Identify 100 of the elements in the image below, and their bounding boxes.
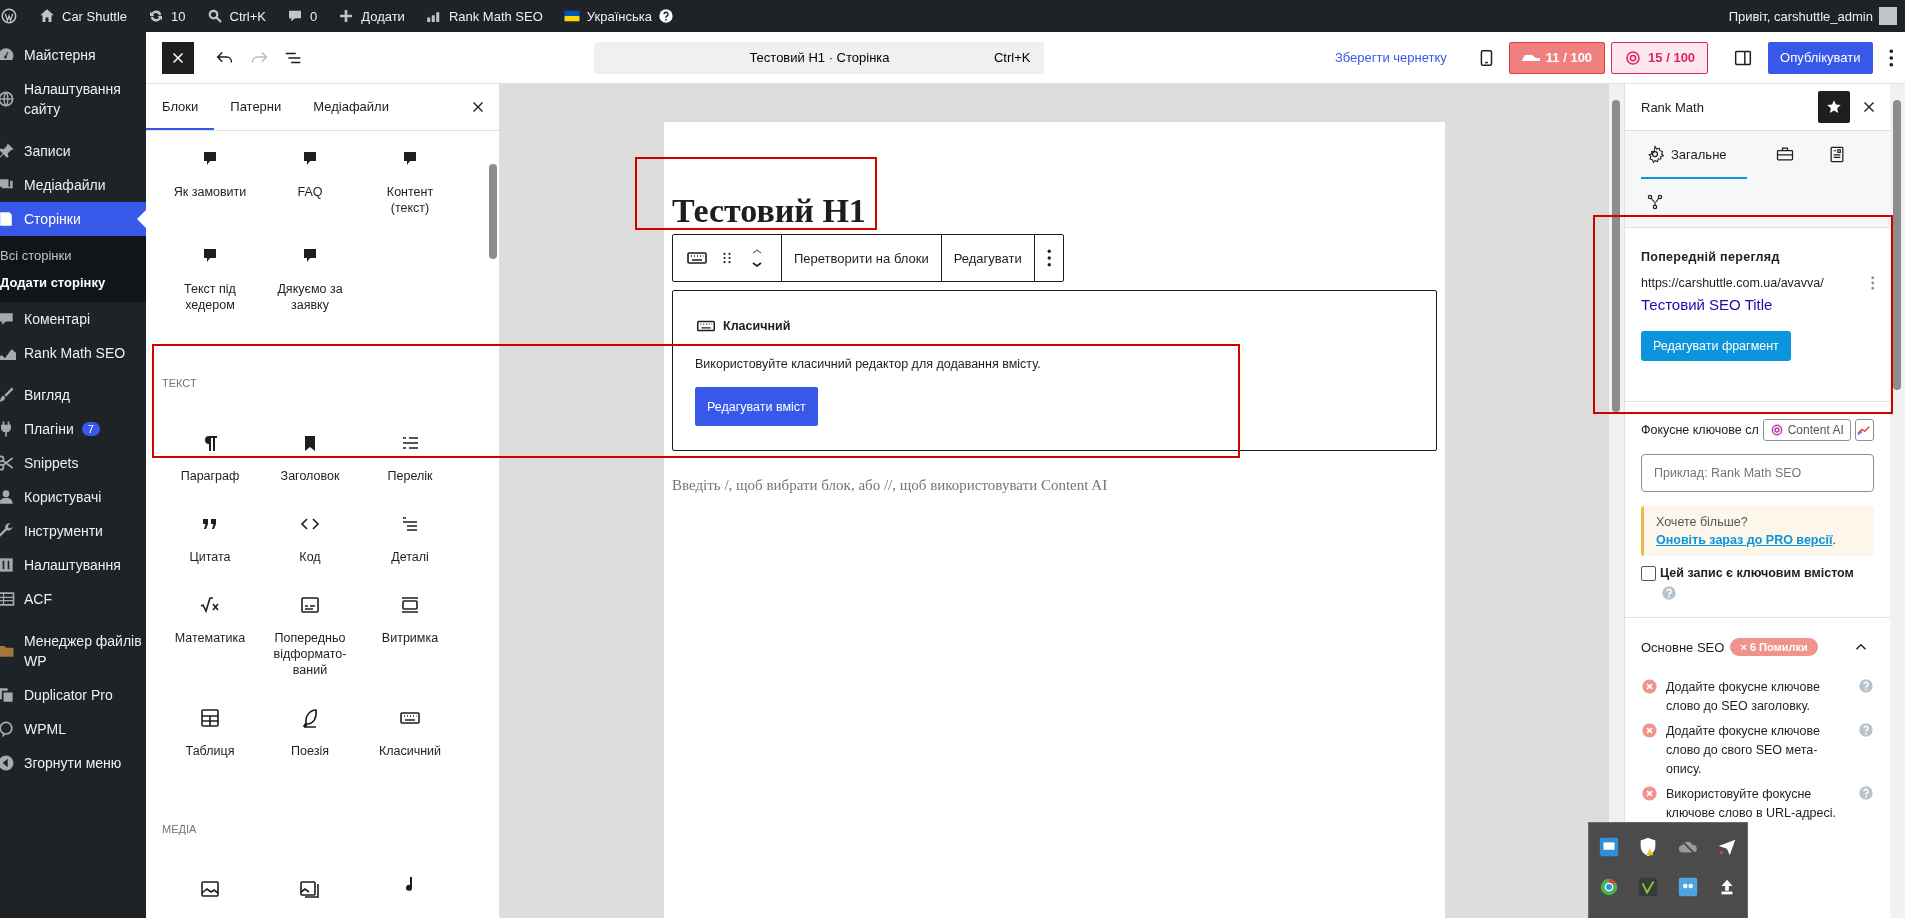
section-title: Попередній перегляд [1641,250,1781,264]
block-item[interactable]: Цитата [160,500,260,581]
block-item[interactable]: Текст під хедером [160,232,260,329]
greeting-text[interactable]: Привіт, carshuttle_admin [1728,8,1873,24]
spiral-icon [1769,423,1784,437]
pin-button[interactable] [1818,91,1850,123]
block-item[interactable]: Код [260,500,360,581]
block-item[interactable]: FAQ [260,135,360,232]
app-icon [1676,876,1699,898]
block-item[interactable]: Математика [160,581,260,694]
error-icon [1641,678,1658,695]
menu-item[interactable]: ACF [0,582,146,616]
menu-item[interactable]: Записи [0,134,146,168]
block-item[interactable]: Дякуємо за заявку [260,232,360,329]
spiral-icon [1624,48,1643,67]
content-ai-score-button[interactable]: 15 / 100 [1611,41,1709,74]
block-item[interactable]: Попередньо відформато-ваний [260,581,360,694]
toolbar-item[interactable]: Українська [552,0,684,32]
monitor-icon [1597,836,1620,858]
menu-item[interactable]: WPML [0,712,146,746]
toolbar-item[interactable]: Ctrl+K [195,0,276,32]
count-badge: 7 [81,422,100,436]
menu-item[interactable]: Налаштування [0,548,146,582]
menu-item[interactable]: Коментарі [0,302,146,336]
error-icon [1641,722,1658,739]
menu-item[interactable]: Snippets [0,446,146,480]
tab[interactable]: Медіафайли [297,84,405,130]
toolbar-item[interactable]: Додати [327,0,415,32]
menu-item[interactable]: Сторінки [0,202,146,236]
block-description: Використовуйте класичний редактор для додавання вмісту. [695,357,1042,371]
panel-title: Rank Math [1641,99,1704,115]
error-count-badge: × 6 Помилки [1730,638,1818,656]
app-icon [1637,876,1660,898]
preview-url: https://carshuttle.com.ua/avavva/ [1641,276,1824,290]
save-draft-link[interactable]: Зберегти чернетку [1328,49,1453,66]
share-nodes-icon [1645,192,1665,212]
checkbox[interactable] [1641,566,1656,581]
table-icon [0,589,16,609]
block-item[interactable]: Деталі [360,500,460,581]
menu-item[interactable]: Duplicator Pro [0,678,146,712]
trends-button[interactable] [1854,419,1874,441]
command-bar[interactable]: Тестовий H1 · Сторінка Ctrl+K [594,41,1045,74]
menu-item[interactable]: Rank Math SEO [0,336,146,370]
menu-item[interactable]: Вигляд [0,378,146,412]
block-item[interactable]: Таблиця [160,694,260,775]
home-icon [38,7,56,25]
content-ai-button[interactable]: Content AI [1762,419,1851,441]
toolbar-item[interactable]: Rank Math SEO [414,0,553,32]
menu-item[interactable]: Інструменти [0,514,146,548]
menu-item[interactable]: Плагіни 7 [0,412,146,446]
more-icon [1888,48,1893,67]
tab[interactable]: Блоки [146,84,215,130]
scissors-icon [0,453,16,473]
section-title: МЕДІА [161,822,198,837]
help-icon [1858,785,1874,801]
error-icon [1641,785,1658,802]
tab[interactable]: Загальне [1641,131,1747,179]
menu-item[interactable]: Менеджер файлів WP [0,624,146,678]
block-item[interactable]: Як замовити [160,135,260,232]
preview-title: Тестовий SEO Title [1641,296,1774,313]
car-icon [1521,54,1540,61]
scrollbar[interactable] [1890,84,1905,918]
edit-button[interactable]: Редагувати [941,235,1035,281]
close-button[interactable] [162,41,194,74]
help-icon [1858,678,1874,694]
block-item[interactable]: Контент (текст) [360,135,460,232]
publish-button[interactable]: Опублікувати [1768,41,1873,74]
keyword-input[interactable]: Приклад: Rank Math SEO [1641,454,1874,492]
menu-item[interactable]: Медіафайли [0,168,146,202]
toolbar-item[interactable]: 10 [137,0,196,32]
edit-content-button[interactable]: Редагувати вміст [695,387,818,426]
checkbox-label[interactable]: Цей запис є ключовим вмістом [1660,566,1854,580]
submenu-item[interactable]: Всі сторінки [0,242,146,269]
menu-item[interactable]: Майстерня [0,38,146,72]
section-title: ТЕКСТ [161,376,198,391]
more-icon [1046,249,1052,267]
menu-item[interactable]: Згорнути меню [0,746,146,780]
block-item[interactable]: Класичний [360,694,460,775]
menu-item[interactable]: Користувачі [0,480,146,514]
block-item[interactable]: Заголовок [260,419,360,500]
block-item[interactable]: Поезія [260,694,360,775]
page-title[interactable]: Тестовий H1 [672,192,1437,230]
tab[interactable]: Патерни [214,84,298,130]
section-title[interactable]: Основне SEO [1641,639,1725,655]
block-item[interactable]: Витримка [360,581,460,694]
block-item[interactable]: Перелік [360,419,460,500]
check-text: Використовуйте фокусне ключове слово в URL-адресі. [1666,786,1837,822]
block-item[interactable]: Параграф [160,419,260,500]
submenu-item[interactable]: Додати сторінку [0,269,146,296]
toolbar-item[interactable]: 0 [276,0,328,32]
more-icon [1870,276,1874,290]
menu-item[interactable]: Налаштування сайту [0,72,146,126]
toolbar-item[interactable]: Car Shuttle [28,0,138,32]
check-text: Додайте фокусне ключове слово до SEO заголовку. [1666,679,1821,715]
scrollbar[interactable] [489,164,497,259]
block-placeholder[interactable]: Введіть /, щоб вибрати блок, або //, щоб використовувати Content AI [672,477,1437,494]
convert-button[interactable]: Перетворити на блоки [782,235,942,281]
field-label: Фокусне ключове сл [1641,423,1759,437]
classic-block[interactable]: Класичний Використовуйте класичний редактор для додавання вмісту. Редагувати вміст [672,290,1437,451]
help-icon [1858,722,1874,738]
